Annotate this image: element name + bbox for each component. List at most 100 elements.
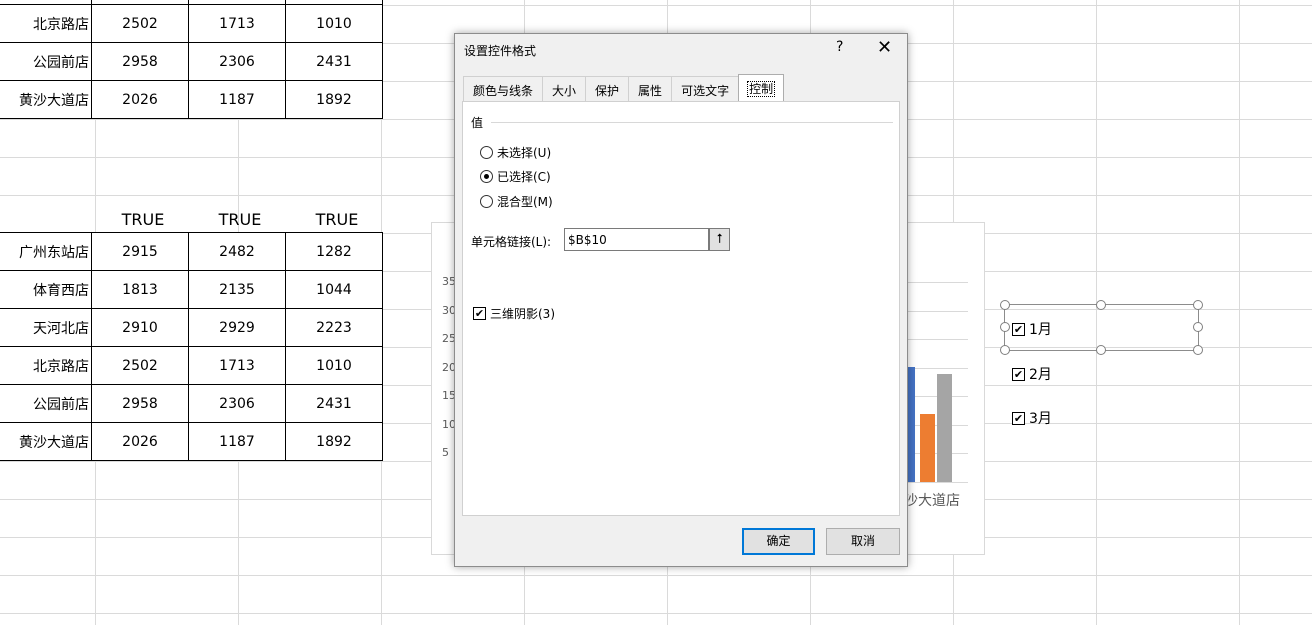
ok-button[interactable]: 确定 [742, 528, 815, 555]
collapse-dialog-icon[interactable]: ⭡ [709, 228, 730, 251]
data-table-bottom: 广州东站店 2915 2482 1282 体育西店 1813 2135 1044… [0, 232, 383, 461]
gridline [902, 282, 968, 283]
month-checkbox-1[interactable]: ✔ 1月 [1012, 319, 1052, 339]
radio-checked[interactable]: 已选择(C) [480, 168, 551, 185]
table-cell[interactable]: 2026 [91, 80, 189, 119]
table-cell[interactable]: 北京路店 [0, 346, 92, 385]
resize-handle[interactable] [1000, 300, 1010, 310]
checkmark-icon: ✔ [473, 307, 486, 320]
help-button[interactable]: ? [836, 39, 843, 55]
checkmark-icon: ✔ [1012, 367, 1025, 381]
table-cell[interactable]: 1010 [285, 346, 383, 385]
table-cell[interactable]: 2502 [91, 346, 189, 385]
checkmark-icon: ✔ [1012, 322, 1025, 336]
table-cell[interactable]: 广州东站店 [0, 232, 92, 271]
table-cell[interactable]: 2306 [188, 42, 286, 81]
table-row: 北京路店 2502 1713 1010 [0, 4, 383, 43]
table-cell[interactable]: 公园前店 [0, 384, 92, 423]
tab-control-label: 控制 [747, 81, 776, 97]
resize-handle[interactable] [1000, 345, 1010, 355]
3d-shading-checkbox[interactable]: ✔ 三维阴影(3) [473, 305, 555, 322]
tab-control[interactable]: 控制 [738, 74, 785, 104]
table-cell[interactable]: 2135 [188, 270, 286, 309]
bar-series-3[interactable] [937, 374, 952, 482]
radio-icon [480, 195, 493, 208]
table-cell[interactable]: 体育西店 [0, 270, 92, 309]
resize-handle[interactable] [1193, 345, 1203, 355]
table-row: 黄沙大道店 2026 1187 1892 [0, 80, 383, 119]
resize-handle[interactable] [1096, 300, 1106, 310]
month-checkbox-3[interactable]: ✔ 3月 [1012, 408, 1052, 428]
table-cell[interactable]: 2223 [285, 308, 383, 347]
table-row: 公园前店 2958 2306 2431 [0, 384, 383, 423]
table-row: 公园前店 2958 2306 2431 [0, 42, 383, 81]
table-cell[interactable]: 黄沙大道店 [0, 422, 92, 461]
format-control-dialog: 设置控件格式 ? ✕ 颜色与线条 大小 保护 属性 可选文字 控制 值 未选择(… [454, 33, 908, 567]
cancel-button[interactable]: 取消 [826, 528, 900, 555]
table-cell[interactable]: 黄沙大道店 [0, 80, 92, 119]
gridline [902, 339, 968, 340]
table-cell[interactable]: 2306 [188, 384, 286, 423]
table-row: 体育西店 1813 2135 1044 [0, 270, 383, 309]
radio-selected-icon [480, 170, 493, 183]
gridline [902, 311, 968, 312]
table-cell[interactable]: 天河北店 [0, 308, 92, 347]
cell-link-label: 单元格链接(L): [471, 235, 552, 249]
table-row: 北京路店 2502 1713 1010 [0, 346, 383, 385]
checkbox-label: 三维阴影(3) [490, 307, 555, 321]
chart-axis-line [902, 482, 968, 483]
table-cell[interactable]: 2431 [285, 42, 383, 81]
table-cell[interactable]: 北京路店 [0, 4, 92, 43]
flag-cell[interactable]: TRUE [192, 210, 288, 229]
radio-label: 混合型(M) [497, 195, 553, 209]
close-icon[interactable]: ✕ [877, 37, 892, 58]
table-cell[interactable]: 1813 [91, 270, 189, 309]
radio-icon [480, 146, 493, 159]
table-cell[interactable]: 2958 [91, 384, 189, 423]
resize-handle[interactable] [1000, 322, 1010, 332]
resize-handle[interactable] [1193, 322, 1203, 332]
resize-handle[interactable] [1096, 345, 1106, 355]
radio-label: 已选择(C) [497, 170, 551, 184]
table-cell[interactable]: 2910 [91, 308, 189, 347]
flag-cell[interactable]: TRUE [289, 210, 385, 229]
table-cell[interactable]: 2026 [91, 422, 189, 461]
table-cell[interactable]: 1713 [188, 346, 286, 385]
radio-mixed[interactable]: 混合型(M) [480, 193, 553, 210]
checkbox-label: 2月 [1029, 367, 1052, 383]
group-divider [491, 122, 893, 123]
table-cell[interactable]: 1010 [285, 4, 383, 43]
table-cell[interactable]: 1044 [285, 270, 383, 309]
table-cell[interactable]: 2929 [188, 308, 286, 347]
flag-cell[interactable]: TRUE [95, 210, 191, 229]
table-cell[interactable]: 1187 [188, 422, 286, 461]
table-cell[interactable]: 1713 [188, 4, 286, 43]
checkbox-label: 3月 [1029, 411, 1052, 427]
table-cell[interactable]: 2482 [188, 232, 286, 271]
resize-handle[interactable] [1193, 300, 1203, 310]
checkbox-label: 1月 [1029, 322, 1052, 338]
table-cell[interactable]: 2915 [91, 232, 189, 271]
table-cell[interactable]: 1187 [188, 80, 286, 119]
table-cell[interactable]: 2431 [285, 384, 383, 423]
table-cell[interactable]: 1282 [285, 232, 383, 271]
radio-unchecked[interactable]: 未选择(U) [480, 144, 551, 161]
table-cell[interactable]: 1892 [285, 80, 383, 119]
table-row: 天河北店 2910 2929 2223 [0, 308, 383, 347]
x-category-label: 沙大道店 [904, 493, 960, 509]
month-checkbox-2[interactable]: ✔ 2月 [1012, 364, 1052, 384]
table-row: 黄沙大道店 2026 1187 1892 [0, 422, 383, 461]
value-group-label: 值 [471, 116, 484, 130]
cell-link-input[interactable]: $B$10 [564, 228, 709, 251]
table-cell[interactable]: 2502 [91, 4, 189, 43]
y-tick-label: 5 [442, 446, 449, 459]
table-cell[interactable]: 公园前店 [0, 42, 92, 81]
table-cell[interactable]: 2958 [91, 42, 189, 81]
control-panel: 值 未选择(U) 已选择(C) 混合型(M) 单元格链接(L): $B$10 ⭡… [462, 101, 900, 516]
data-table-top: 北京路店 2502 1713 1010 公园前店 2958 2306 2431 … [0, 0, 383, 119]
table-cell[interactable]: 1892 [285, 422, 383, 461]
bar-series-2[interactable] [920, 414, 935, 482]
radio-label: 未选择(U) [497, 146, 552, 160]
table-row: 广州东站店 2915 2482 1282 [0, 232, 383, 271]
dialog-title: 设置控件格式 [464, 44, 537, 58]
